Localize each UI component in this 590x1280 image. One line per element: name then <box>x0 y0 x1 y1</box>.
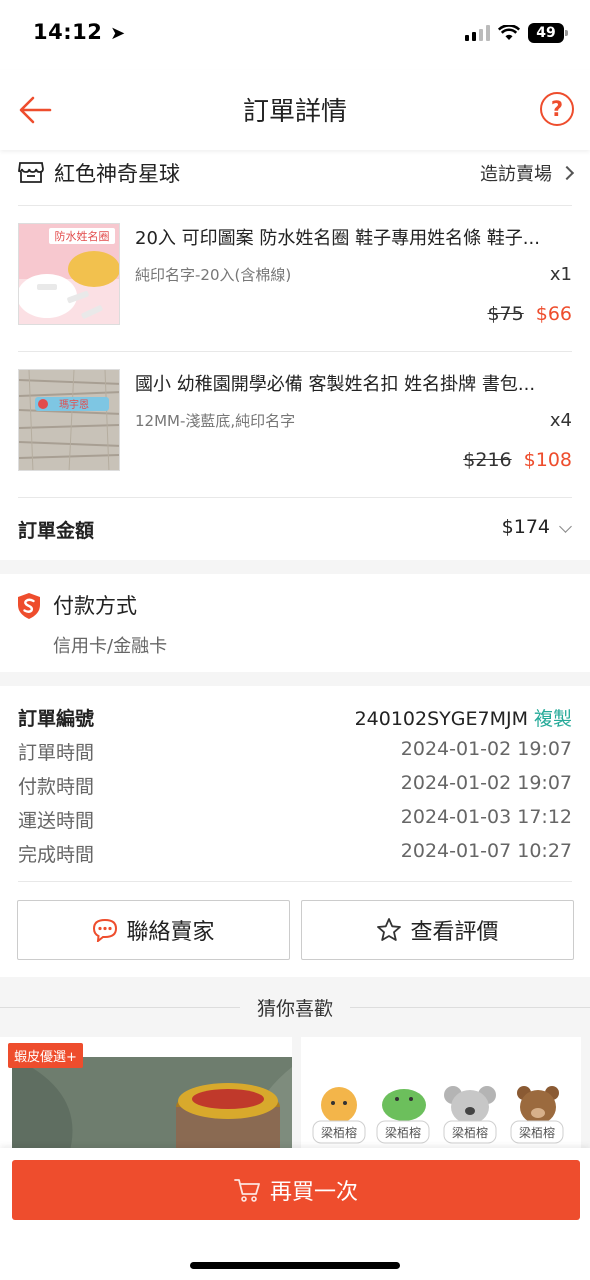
help-button[interactable]: ? <box>540 92 574 126</box>
chevron-down-icon <box>559 520 572 533</box>
status-icons: 49 <box>465 23 568 43</box>
bottom-bar: 再買一次 <box>0 1148 590 1280</box>
page-header: 訂單詳情 ? <box>0 70 590 150</box>
status-bar: 14:12 ➤ 49 <box>0 0 590 70</box>
buy-again-button[interactable]: 再買一次 <box>12 1160 580 1220</box>
order-details: 訂單編號 240102SYGE7MJM 複製 訂單時間 2024-01-02 19… <box>18 686 572 882</box>
sale-price: $66 <box>535 303 572 325</box>
order-total-row[interactable]: 訂單金額 $174 <box>18 498 572 560</box>
detail-value: 2024-01-02 19:07 <box>400 772 572 794</box>
shop-name: 紅色神奇星球 <box>54 162 180 186</box>
product-item[interactable]: 瑪宇恩 國小 幼稚園開學必備 客製姓名扣 姓名掛牌 書包... 12MM-淺藍底… <box>18 352 572 498</box>
price-row: $75 $66 <box>487 303 572 325</box>
product-quantity: x4 <box>549 410 572 431</box>
chevron-right-icon <box>559 165 575 181</box>
detail-label: 付款時間 <box>18 776 95 798</box>
view-review-button[interactable]: 查看評價 <box>301 900 574 960</box>
thumb-text: 防水姓名圈 <box>55 229 110 243</box>
cart-icon <box>234 1179 260 1202</box>
product-title: 20入 可印圖案 防水姓名圈 鞋子專用姓名條 鞋子... <box>135 228 540 249</box>
detail-value: 2024-01-02 19:07 <box>400 738 572 760</box>
order-number-value: 240102SYGE7MJM 複製 <box>355 704 572 731</box>
original-price: $75 <box>487 303 524 325</box>
shipping-time-row: 運送時間 2024-01-03 17:12 <box>18 806 572 836</box>
divider-line <box>350 1007 590 1008</box>
detail-label: 運送時間 <box>18 810 95 832</box>
payment-section: 付款方式 信用卡/金融卡 <box>0 574 590 672</box>
product-title: 國小 幼稚園開學必備 客製姓名扣 姓名掛牌 書包... <box>135 374 536 395</box>
order-number: 240102SYGE7MJM <box>354 708 528 730</box>
product-quantity: x1 <box>549 264 572 285</box>
star-icon <box>377 918 402 941</box>
order-total-value: $174 <box>501 516 550 538</box>
payment-time-row: 付款時間 2024-01-02 19:07 <box>18 772 572 802</box>
detail-label: 訂單時間 <box>18 742 95 764</box>
order-info-section: 訂單編號 240102SYGE7MJM 複製 訂單時間 2024-01-02 19… <box>0 686 590 977</box>
product-variant: 12MM-淺藍底,純印名字 <box>135 412 296 430</box>
payment-method: 信用卡/金融卡 <box>53 636 168 657</box>
payment-shield-icon <box>18 593 40 619</box>
section-divider <box>0 672 590 686</box>
order-time-row: 訂單時間 2024-01-02 19:07 <box>18 738 572 768</box>
home-indicator <box>190 1262 400 1269</box>
battery-icon: 49 <box>528 23 568 43</box>
preferred-badge: 蝦皮優選+ <box>8 1043 83 1068</box>
detail-value: 2024-01-03 17:12 <box>400 806 572 828</box>
product-variant: 純印名字-20入(含棉線) <box>135 266 292 284</box>
payment-title: 付款方式 <box>53 594 137 618</box>
name-tag-text: 梁栢榕 <box>321 1125 357 1140</box>
shop-header: 紅色神奇星球 造訪賣場 <box>18 150 575 206</box>
order-total-label: 訂單金額 <box>18 520 95 542</box>
visit-shop-link[interactable]: 造訪賣場 <box>480 160 575 186</box>
shop-icon <box>18 162 44 183</box>
order-number-label: 訂單編號 <box>18 708 95 730</box>
product-image: 瑪宇恩 <box>18 369 120 471</box>
name-tag-text: 梁栢榕 <box>519 1125 555 1140</box>
detail-label: 完成時間 <box>18 844 95 866</box>
buy-again-label: 再買一次 <box>269 1180 358 1205</box>
detail-value: 2024-01-07 10:27 <box>400 840 572 862</box>
view-review-label: 查看評價 <box>410 920 499 945</box>
original-price: $216 <box>463 449 512 471</box>
page-title: 訂單詳情 <box>242 97 347 127</box>
order-card: 紅色神奇星球 造訪賣場 防水姓名圈 20入 可印圖案 防水姓名圈 鞋子專用姓名條… <box>0 150 590 560</box>
action-buttons: 聯絡賣家 查看評價 <box>0 882 590 977</box>
contact-seller-label: 聯絡賣家 <box>126 920 215 945</box>
wifi-icon <box>498 25 520 40</box>
recommend-header: 猜你喜歡 <box>0 977 590 1037</box>
sale-price: $108 <box>523 449 572 471</box>
order-number-row: 訂單編號 240102SYGE7MJM 複製 <box>18 704 572 734</box>
name-tag-text: 梁栢榕 <box>385 1125 421 1140</box>
copy-button[interactable]: 複製 <box>534 708 572 730</box>
section-divider <box>0 560 590 574</box>
visit-shop-label: 造訪賣場 <box>480 164 552 185</box>
chat-icon <box>93 918 118 942</box>
status-time: 14:12 ➤ <box>33 20 126 44</box>
name-tag-text: 梁栢榕 <box>452 1125 488 1140</box>
thumb-text: 瑪宇恩 <box>59 398 89 411</box>
price-row: $216 $108 <box>463 449 572 471</box>
product-item[interactable]: 防水姓名圈 20入 可印圖案 防水姓名圈 鞋子專用姓名條 鞋子... 純印名字-… <box>18 206 572 352</box>
order-content: 紅色神奇星球 造訪賣場 防水姓名圈 20入 可印圖案 防水姓名圈 鞋子專用姓名條… <box>0 150 590 1177</box>
signal-icon <box>465 25 490 41</box>
product-image: 防水姓名圈 <box>18 223 120 325</box>
contact-seller-button[interactable]: 聯絡賣家 <box>17 900 290 960</box>
completion-time-row: 完成時間 2024-01-07 10:27 <box>18 840 572 870</box>
